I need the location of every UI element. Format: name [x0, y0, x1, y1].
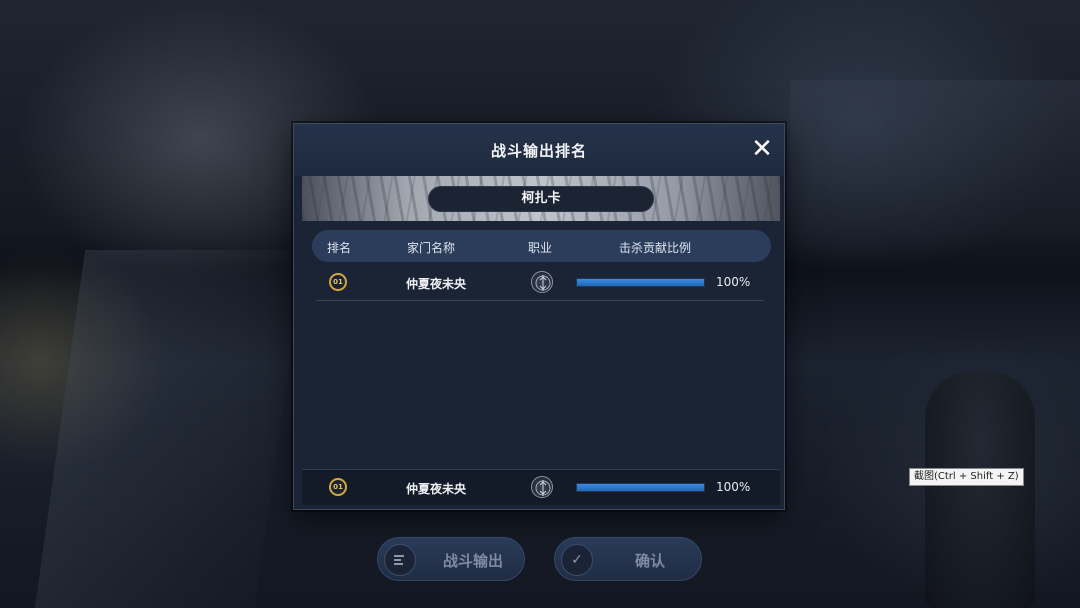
class-emblem-icon	[531, 271, 553, 293]
rank-badge: 01	[329, 273, 347, 291]
battle-output-button[interactable]: 战斗输出	[377, 537, 525, 581]
contribution-bar-fill	[577, 279, 704, 286]
header-family-name: 家门名称	[407, 241, 456, 255]
background-structure	[790, 80, 1080, 270]
close-icon[interactable]: ✕	[749, 136, 775, 162]
family-name: 仲夏夜未央	[406, 482, 467, 496]
contribution-percent: 100%	[716, 480, 751, 494]
confirm-button[interactable]: ✓ 确认	[554, 537, 702, 581]
battle-output-label: 战斗输出	[442, 552, 503, 570]
background-character	[925, 370, 1035, 608]
contribution-bar	[576, 483, 705, 492]
dialog-header: 战斗输出排名 ✕	[294, 124, 784, 176]
check-icon: ✓	[561, 544, 593, 576]
dialog-title: 战斗输出排名	[490, 142, 587, 160]
header-rank: 排名	[327, 241, 352, 255]
rank-badge: 01	[329, 478, 347, 496]
my-ranking-row: 01 仲夏夜未央 100%	[302, 469, 780, 505]
table-row: 01 仲夏夜未央 100%	[316, 470, 764, 506]
boss-banner: 柯扎卡	[302, 176, 780, 221]
ranking-table-header: 排名 家门名称 职业 击杀贡献比例	[312, 230, 771, 262]
class-emblem-icon	[531, 476, 553, 498]
table-row: 01 仲夏夜未央 100%	[316, 265, 764, 301]
header-kill-contribution: 击杀贡献比例	[619, 241, 692, 255]
contribution-bar	[576, 278, 705, 287]
background-pillar	[34, 250, 306, 608]
boss-name: 柯扎卡	[428, 186, 654, 212]
battle-ranking-dialog: 战斗输出排名 ✕ 柯扎卡 排名 家门名称 职业 击杀贡献比例 01 仲夏夜未央 …	[293, 123, 785, 510]
contribution-bar-fill	[577, 484, 704, 491]
screenshot-tooltip: 截图(Ctrl + Shift + Z)	[909, 468, 1024, 486]
confirm-label: 确认	[634, 552, 665, 570]
contribution-percent: 100%	[716, 275, 751, 289]
header-class: 职业	[528, 241, 553, 255]
family-name: 仲夏夜未央	[406, 277, 467, 291]
list-icon	[384, 544, 416, 576]
